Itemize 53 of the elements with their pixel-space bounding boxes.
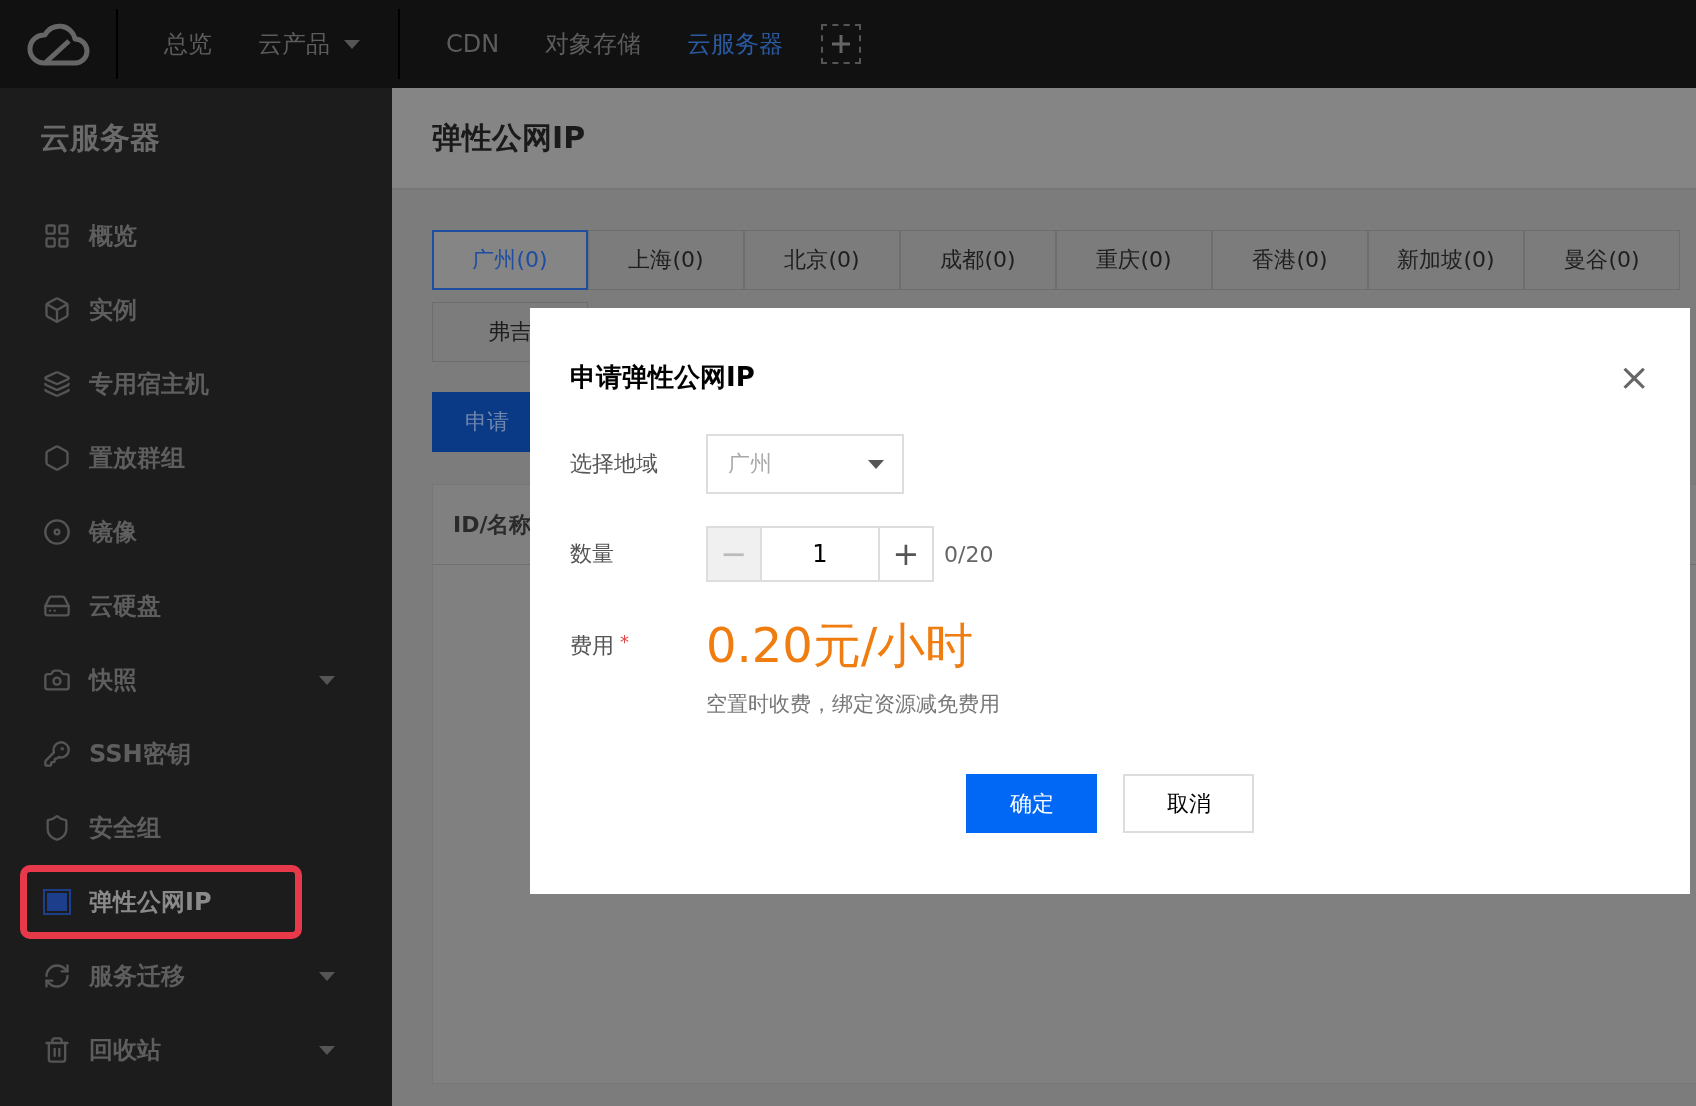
grid-icon bbox=[43, 222, 71, 250]
hexagon-icon bbox=[43, 444, 71, 472]
nav-item[interactable]: 总览 bbox=[164, 28, 212, 60]
sidebar-item[interactable]: 概览 bbox=[20, 199, 372, 273]
region-tab[interactable]: 香港(0) bbox=[1212, 230, 1368, 290]
sidebar-title: 云服务器 bbox=[39, 119, 161, 157]
cube-icon bbox=[43, 296, 71, 324]
sidebar-item[interactable]: 服务迁移 bbox=[20, 939, 372, 1013]
region-select[interactable]: 广州 bbox=[706, 434, 904, 494]
layers-icon bbox=[43, 370, 71, 398]
region-tab[interactable]: 北京(0) bbox=[744, 230, 900, 290]
region-tab[interactable]: 新加坡(0) bbox=[1368, 230, 1524, 290]
fee-note: 空置时收费，绑定资源减免费用 bbox=[706, 691, 1001, 718]
sidebar-item[interactable]: 安全组 bbox=[20, 791, 372, 865]
required-mark: * bbox=[620, 631, 629, 654]
region-tab[interactable]: 重庆(0) bbox=[1056, 230, 1212, 290]
caret-icon bbox=[868, 459, 884, 469]
increment-button[interactable]: + bbox=[878, 526, 934, 582]
nav-item[interactable]: 对象存储 bbox=[545, 28, 642, 60]
quantity-limit: 0/20 bbox=[944, 541, 994, 567]
add-icon[interactable] bbox=[821, 24, 862, 64]
field-label: 数量 bbox=[570, 540, 614, 568]
price: 0.20元/小时 bbox=[706, 616, 974, 675]
nav-item[interactable]: 云服务器 bbox=[687, 28, 784, 60]
cancel-button[interactable]: 取消 bbox=[1123, 774, 1254, 833]
field-label: 费用 bbox=[570, 632, 614, 660]
sidebar-item[interactable]: 回收站 bbox=[20, 1013, 372, 1087]
sidebar-item[interactable]: 快照 bbox=[20, 643, 372, 717]
confirm-button[interactable]: 确定 bbox=[966, 774, 1097, 833]
refresh-icon bbox=[43, 962, 71, 990]
nav-item[interactable]: CDN bbox=[446, 30, 500, 58]
region-tab[interactable]: 曼谷(0) bbox=[1524, 230, 1680, 290]
nav-item[interactable]: 云产品 bbox=[258, 28, 360, 60]
sidebar-item[interactable]: 弹性公网IP bbox=[20, 865, 302, 939]
region-tab[interactable]: 上海(0) bbox=[588, 230, 744, 290]
sidebar-item[interactable]: SSH密钥 bbox=[20, 717, 372, 791]
sidebar-item[interactable]: 置放群组 bbox=[20, 421, 372, 495]
dialog-title: 申请弹性公网IP bbox=[570, 360, 755, 394]
region-tab[interactable]: 成都(0) bbox=[900, 230, 1056, 290]
ip-icon bbox=[43, 889, 71, 915]
sidebar-item[interactable]: 实例 bbox=[20, 273, 372, 347]
sidebar-item[interactable]: 云硬盘 bbox=[20, 569, 372, 643]
column-header: ID/名称 bbox=[453, 510, 532, 539]
close-button[interactable]: × bbox=[1618, 358, 1650, 396]
sidebar-item[interactable]: 镜像 bbox=[20, 495, 372, 569]
quantity-field[interactable]: 1 bbox=[762, 526, 878, 582]
sidebar-item[interactable]: 专用宿主机 bbox=[20, 347, 372, 421]
disc-icon bbox=[43, 518, 71, 546]
page-title: 弹性公网IP bbox=[432, 118, 586, 157]
trash-icon bbox=[43, 1036, 71, 1064]
region-tab[interactable]: 广州(0) bbox=[432, 230, 588, 290]
field-label: 选择地域 bbox=[570, 450, 658, 478]
key-icon bbox=[43, 740, 71, 768]
